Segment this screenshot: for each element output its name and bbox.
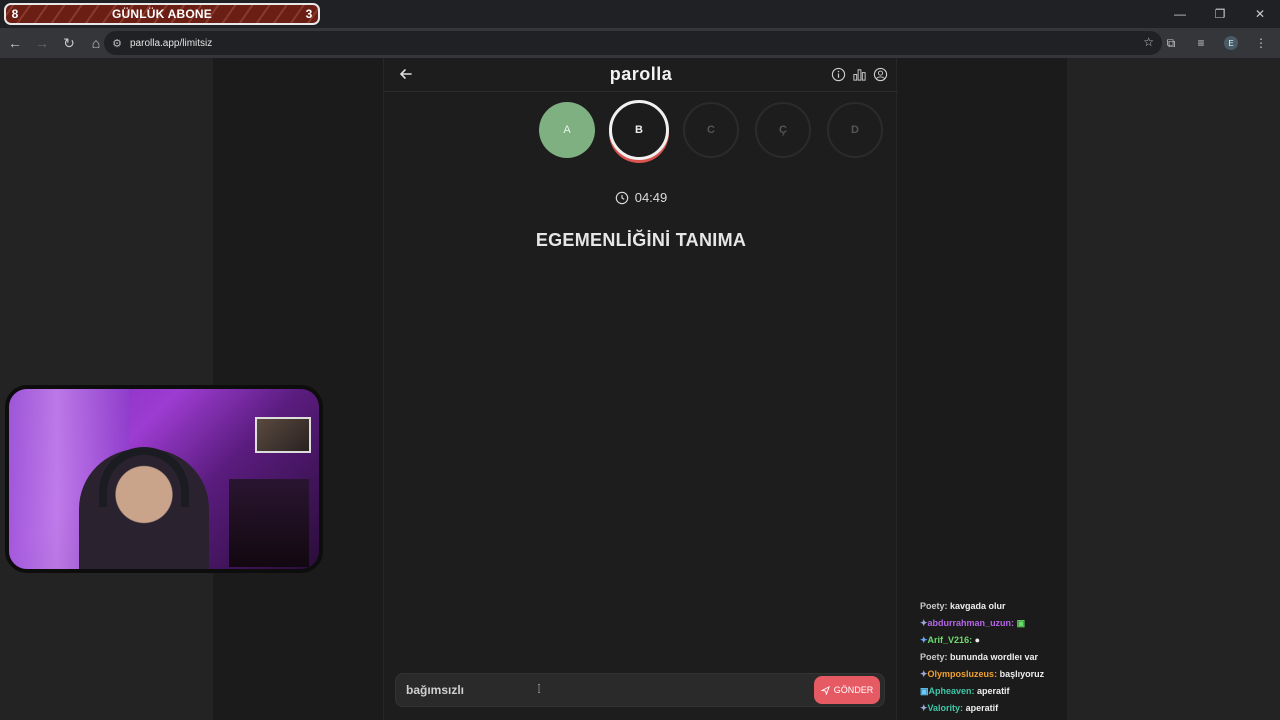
letter-c: C (683, 102, 739, 158)
clock-icon (615, 191, 628, 204)
send-label: GÖNDER (833, 685, 874, 695)
letter-a: A (539, 102, 595, 158)
reload-icon[interactable]: ↻ (57, 31, 81, 55)
banner-left-count: 8 (11, 7, 19, 21)
app-header: parolla (384, 58, 898, 92)
letter-progress: A B C Ç D (539, 100, 889, 164)
banner-title: GÜNLÜK ABONE (112, 7, 212, 21)
back-icon[interactable]: ← (3, 31, 27, 55)
media-icon[interactable]: ≡ (1186, 31, 1216, 55)
emote-icon: ● (974, 635, 981, 645)
send-button[interactable]: GÖNDER (814, 676, 880, 704)
info-icon[interactable] (831, 67, 846, 82)
question-text: EGEMENLİĞİNİ TANIMA (535, 230, 747, 250)
browser-tabbar: 8 GÜNLÜK ABONE 3 — ❐ ✕ (0, 0, 1280, 28)
badge-icon: ✦ (920, 703, 928, 713)
url-text[interactable]: parolla.app/limitsiz (130, 38, 212, 49)
subscriber-banner: 8 GÜNLÜK ABONE 3 (4, 3, 320, 25)
chat-message: Poety: bununda wordleı var (920, 652, 1039, 662)
close-icon[interactable]: ✕ (1240, 0, 1280, 28)
site-info-icon[interactable]: ⚙ (104, 37, 130, 50)
webcam-overlay (5, 385, 323, 573)
profile-avatar[interactable]: E (1224, 36, 1238, 50)
badge-icon: ✦ (920, 669, 928, 679)
user-icon[interactable] (873, 67, 888, 82)
chat-message: ✦Olymposluzeus: başlıyoruz (920, 669, 1045, 679)
app-logo: parolla (609, 64, 673, 84)
badge-icon: ▣ (920, 686, 929, 696)
menu-kebab-icon[interactable]: ⋮ (1246, 31, 1276, 55)
send-icon (820, 685, 830, 695)
badge-icon: ✦ (920, 618, 928, 628)
restore-icon[interactable]: ❐ (1200, 0, 1240, 28)
chat-message: ✦Arif_V216: ● (920, 635, 981, 645)
bookmark-star-icon[interactable]: ☆ (1143, 35, 1154, 49)
stream-chat: Poety: kavgada olur ✦abdurrahman_uzun: ▣… (920, 598, 1070, 717)
letter-c-cedilla: Ç (755, 102, 811, 158)
answer-row: GÖNDER (395, 673, 885, 707)
chat-message: ▣Apheaven: aperatif (920, 686, 1010, 696)
chat-message: ✦abdurrahman_uzun: ▣ (920, 618, 1026, 628)
badge-icon: ✦ (920, 635, 928, 645)
game-panel: parolla A B C Ç D 04:49 EGEMENLİĞİNİ TAN… (383, 58, 898, 720)
emote-icon: ▣ (1016, 618, 1026, 628)
picture-in-picture (255, 417, 311, 453)
extensions-icon[interactable]: ⧉ (1156, 31, 1186, 55)
answer-input[interactable] (406, 674, 806, 706)
chat-message: Poety: kavgada olur (920, 601, 1006, 611)
letter-b: B (609, 100, 669, 160)
timer: 04:49 (384, 190, 898, 205)
banner-right-count: 3 (305, 7, 313, 21)
forward-icon[interactable]: → (30, 31, 54, 55)
stats-icon[interactable] (852, 67, 867, 82)
minimize-icon[interactable]: — (1160, 0, 1200, 28)
browser-toolbar: ← → ↻ ⌂ ⚙ parolla.app/limitsiz ☆ ⧉ ≡ E ⋮ (0, 28, 1280, 58)
chat-message: ✦Valority: aperatif (920, 703, 999, 713)
text-cursor-icon (538, 684, 540, 693)
letter-d: D (827, 102, 883, 158)
address-bar[interactable]: ⚙ parolla.app/limitsiz ☆ (104, 31, 1162, 55)
timer-text: 04:49 (634, 190, 668, 205)
